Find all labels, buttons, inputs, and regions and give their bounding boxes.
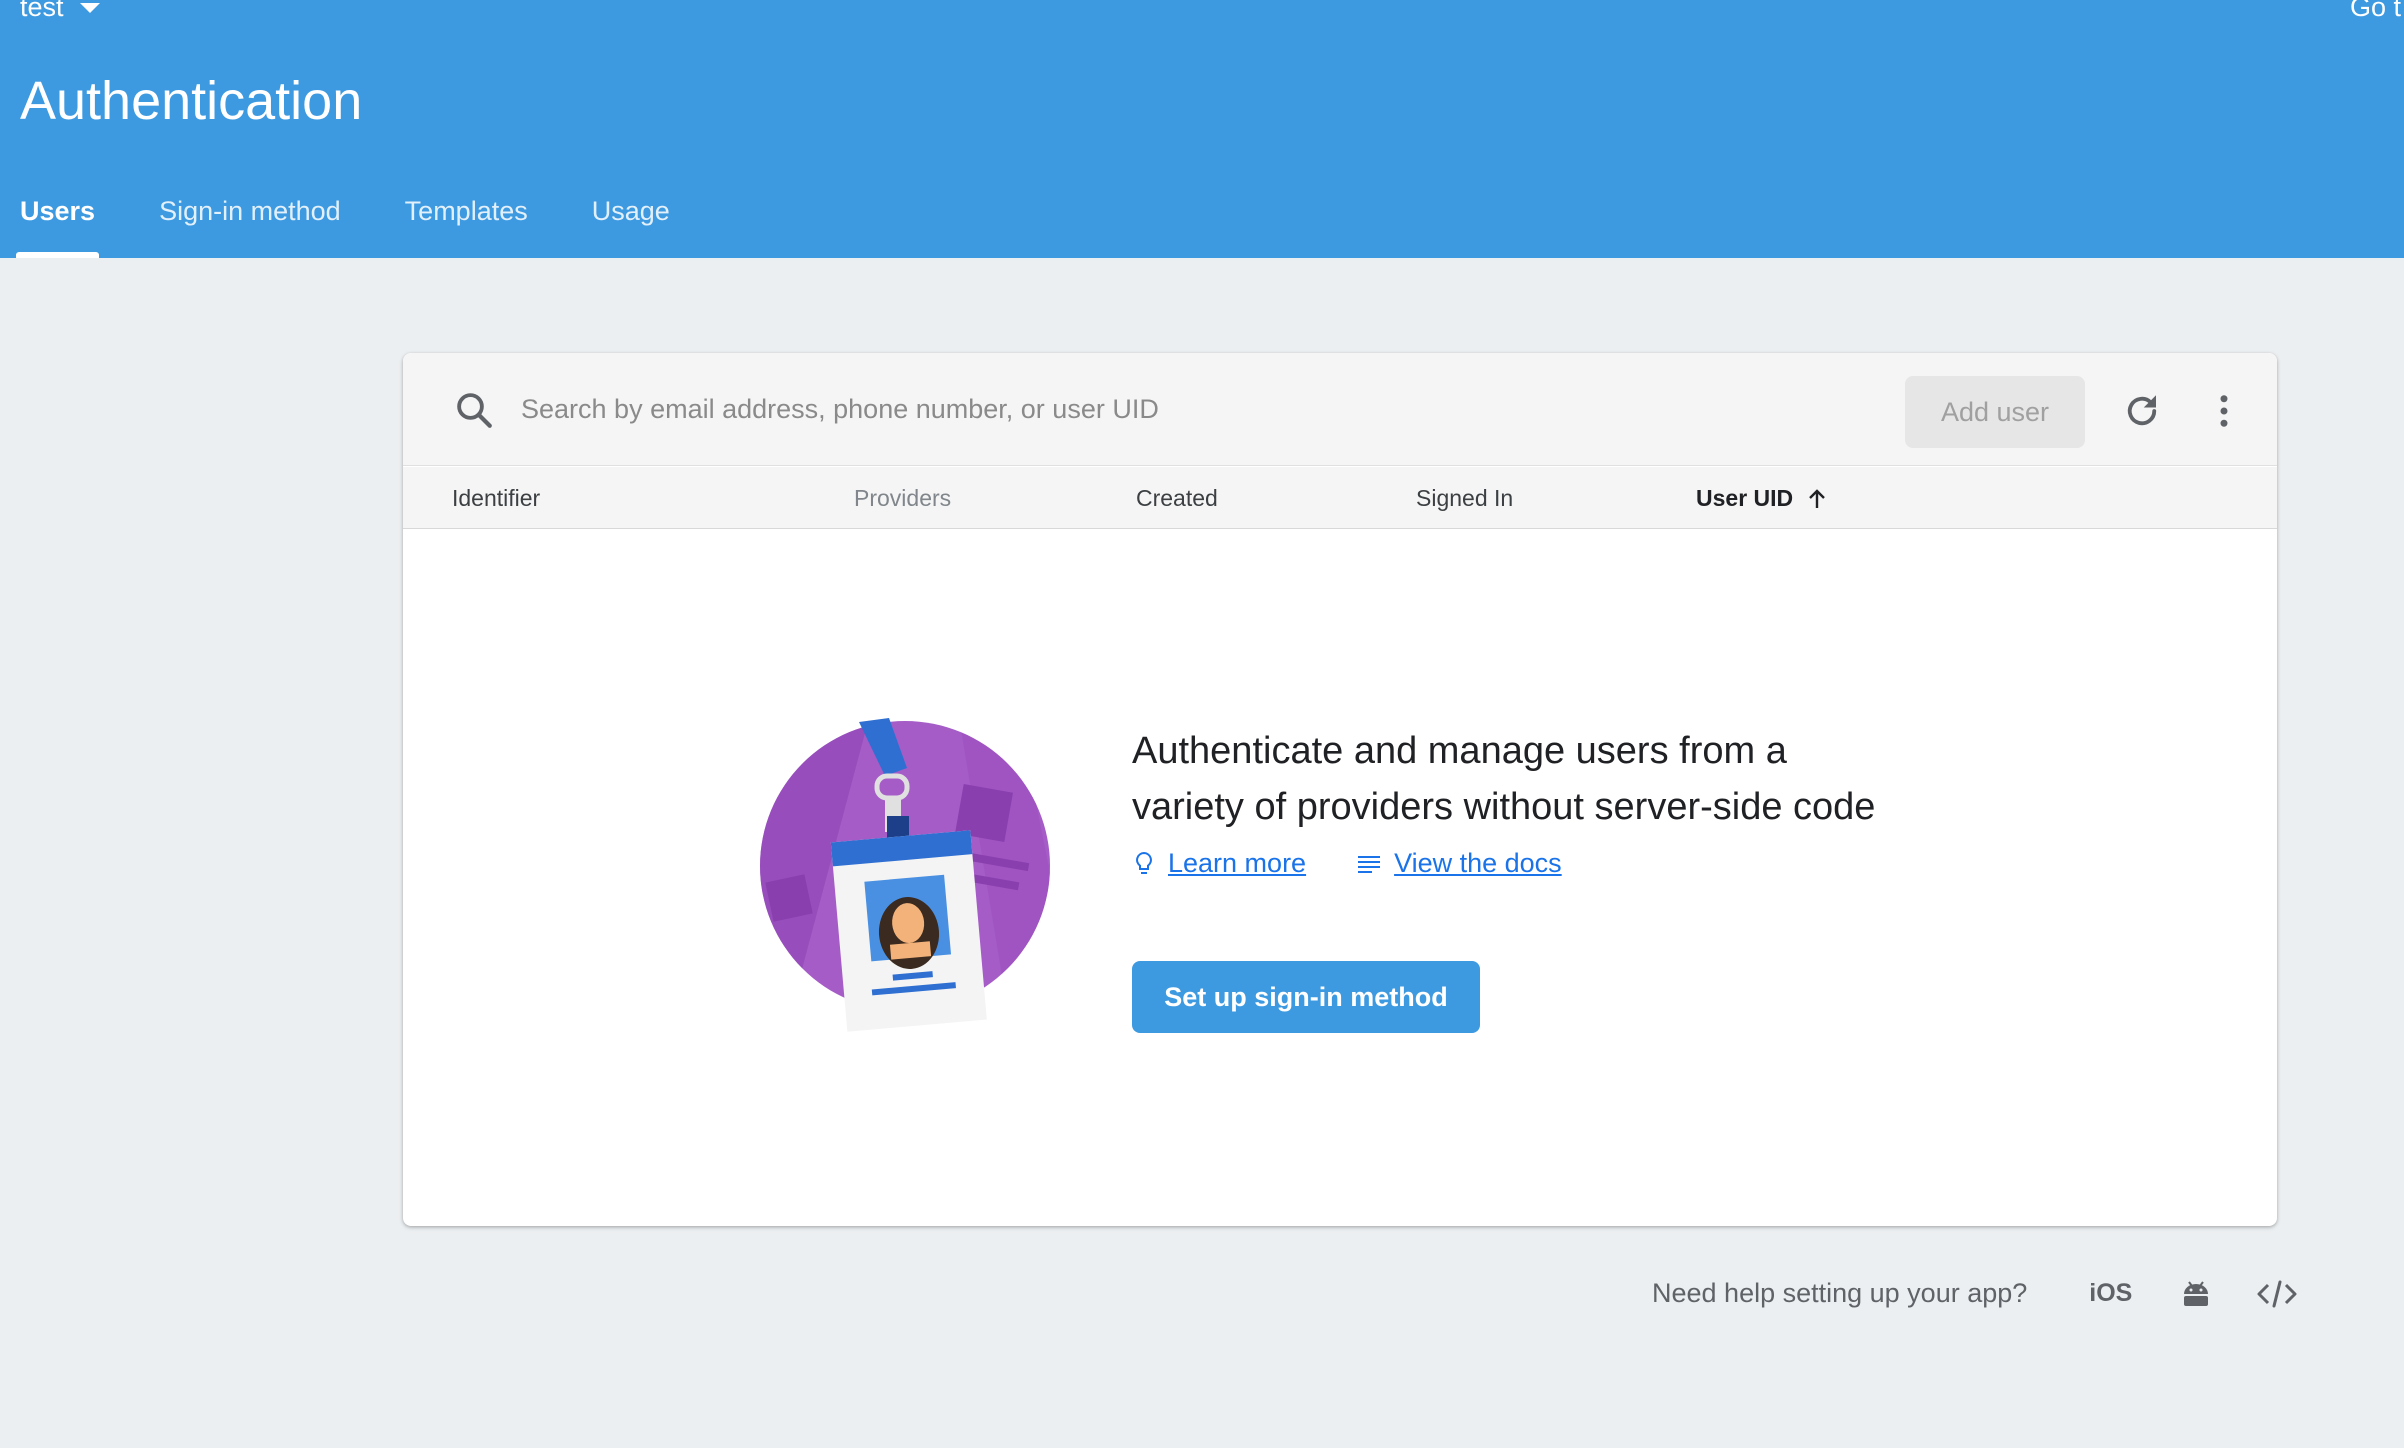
android-icon[interactable] xyxy=(2180,1280,2212,1308)
lightbulb-icon xyxy=(1136,851,1152,874)
learn-more-label: Learn more xyxy=(1168,848,1307,878)
column-user-uid[interactable]: User UID xyxy=(1696,485,1829,512)
page-title: Authentication xyxy=(20,71,363,131)
refresh-icon[interactable] xyxy=(2121,390,2163,432)
docs-icon xyxy=(1358,855,1381,873)
setup-sign-in-method-button[interactable]: Set up sign-in method xyxy=(1132,961,1480,1033)
search-icon xyxy=(457,393,492,428)
learn-more-link[interactable]: Learn more xyxy=(1132,848,1306,879)
tab-usage[interactable]: Usage xyxy=(592,196,670,258)
empty-state-heading-line1: Authenticate and manage users from a xyxy=(1132,730,1787,772)
view-docs-label: View the docs xyxy=(1394,848,1562,878)
empty-state-heading: Authenticate and manage users from a var… xyxy=(1132,723,2032,835)
tab-users[interactable]: Users xyxy=(15,196,100,258)
app-header: test Go t Authentication Users Sign-in m… xyxy=(0,0,2404,258)
go-to-link[interactable]: Go t xyxy=(2350,0,2401,23)
view-docs-link[interactable]: View the docs xyxy=(1356,848,1562,879)
tab-templates[interactable]: Templates xyxy=(405,196,528,258)
empty-state-heading-line2: variety of providers without server-side… xyxy=(1132,786,1876,828)
column-identifier[interactable]: Identifier xyxy=(452,485,540,512)
users-toolbar: Add user xyxy=(403,353,2277,466)
add-user-button[interactable]: Add user xyxy=(1905,376,2085,448)
help-bar: Need help setting up your app? iOS xyxy=(1652,1278,2298,1309)
users-card: Add user Identifier Providers Created Si… xyxy=(403,353,2277,1226)
column-providers: Providers xyxy=(854,485,952,511)
project-name: test xyxy=(20,0,64,22)
table-header: Identifier Providers Created Signed In U… xyxy=(403,467,2277,529)
arrow-up-icon xyxy=(1809,488,1826,508)
project-selector[interactable]: test xyxy=(20,0,100,23)
id-badge-illustration xyxy=(760,718,1050,1032)
tab-sign-in-method[interactable]: Sign-in method xyxy=(159,196,341,258)
empty-state-links: Learn more View the docs xyxy=(1132,848,1562,879)
search-input[interactable] xyxy=(521,381,1721,437)
ios-link[interactable]: iOS xyxy=(2089,1279,2132,1308)
help-text: Need help setting up your app? xyxy=(1652,1278,2028,1308)
column-signed-in[interactable]: Signed In xyxy=(1416,485,1513,512)
column-user-uid-label: User UID xyxy=(1696,485,1794,511)
column-created[interactable]: Created xyxy=(1136,485,1218,512)
more-vert-icon[interactable] xyxy=(2203,390,2245,432)
code-icon[interactable] xyxy=(2256,1279,2298,1309)
chevron-down-icon xyxy=(79,2,100,13)
tab-bar: Users Sign-in method Templates Usage xyxy=(0,196,714,258)
